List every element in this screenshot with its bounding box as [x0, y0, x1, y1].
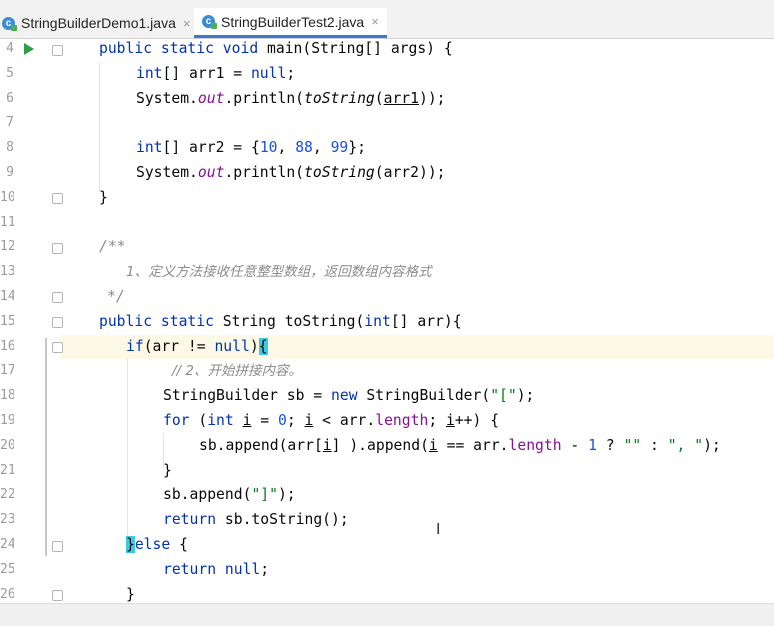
code-text: public static String toString(int[] arr)… [99, 312, 462, 330]
doc-comment: */ [107, 288, 125, 305]
line-number: 25 [0, 561, 14, 577]
editor-tab-bar: c StringBuilderDemo1.java × c StringBuil… [0, 0, 774, 39]
code-text: } [163, 461, 172, 479]
code-text: }else { [126, 536, 188, 553]
code-text: sb.append(arr[i] ).append(i == arr.lengt… [199, 436, 721, 454]
code-line: 11 [0, 211, 774, 236]
line-number: 4 [6, 41, 14, 56]
code-line-current: 16 if(arr != null){ [0, 335, 774, 360]
java-class-icon: c [202, 15, 217, 29]
code-text: sb.append("]"); [163, 486, 296, 504]
code-line: 25 return null; [0, 558, 774, 583]
code-text: int[] arr1 = null; [136, 64, 296, 82]
code-line: 6 System.out.println(toString(arr1)); [0, 87, 774, 112]
line-number: 8 [6, 140, 14, 156]
code-text: if(arr != null){ [126, 337, 268, 355]
code-line: 9 System.out.println(toString(arr2)); [0, 161, 774, 186]
code-line: 4 public static void main(String[] args)… [0, 37, 774, 62]
code-line: 21 } [0, 459, 774, 484]
line-number: 11 [0, 214, 14, 230]
code-line: 19 for (int i = 0; i < arr.length; i++) … [0, 409, 774, 434]
line-number: 17 [0, 363, 14, 379]
code-line: 7 [0, 111, 774, 136]
line-number: 13 [0, 264, 14, 280]
matched-brace: } [126, 536, 135, 553]
code-line: 14 */ [0, 285, 774, 310]
code-line: 13 1、定义方法接收任意整型数组，返回数组内容格式 [0, 260, 774, 285]
status-bar [0, 603, 774, 626]
code-text: System.out.println(toString(arr2)); [136, 164, 446, 181]
line-number: 24 [0, 537, 14, 552]
line-number: 22 [0, 487, 14, 503]
code-line: 20 sb.append(arr[i] ).append(i == arr.le… [0, 434, 774, 459]
line-number: 19 [0, 413, 14, 428]
line-number: 16 [0, 338, 14, 354]
line-comment: // 2、开始拼接内容。 [172, 363, 302, 380]
line-number: 9 [6, 165, 14, 180]
doc-comment: /** [99, 238, 126, 256]
line-number: 15 [0, 313, 14, 329]
doc-comment: 1、定义方法接收任意整型数组，返回数组内容格式 [126, 264, 432, 281]
code-text: public static void main(String[] args) { [99, 40, 453, 57]
code-line: 18 StringBuilder sb = new StringBuilder(… [0, 384, 774, 409]
line-number: 18 [0, 388, 14, 404]
tab-label: StringBuilderTest2.java [221, 13, 365, 30]
code-text: } [99, 188, 108, 206]
code-line: 10 } [0, 186, 774, 211]
tab-stringbuilderdemo1[interactable]: c StringBuilderDemo1.java × [2, 8, 190, 38]
tab-stringbuildertest2[interactable]: c StringBuilderTest2.java × [194, 8, 387, 38]
close-icon[interactable]: × [371, 14, 379, 29]
code-text: return sb.toString(); [163, 511, 349, 529]
line-number: 21 [0, 462, 14, 478]
code-line: 5 int[] arr1 = null; [0, 62, 774, 87]
code-line: 15 public static String toString(int[] a… [0, 310, 774, 335]
code-line: 24 }else { [0, 533, 774, 558]
close-icon[interactable]: × [183, 16, 191, 31]
line-number: 6 [6, 90, 14, 106]
matched-brace: { [258, 337, 268, 355]
line-number: 7 [6, 115, 14, 131]
line-number: 12 [0, 239, 14, 255]
line-number: 23 [0, 512, 14, 528]
code-line: 23 return sb.toString(); [0, 508, 774, 533]
code-text: for (int i = 0; i < arr.length; i++) { [163, 412, 500, 429]
code-line: 17 // 2、开始拼接内容。 [0, 359, 774, 384]
text-cursor-icon: I [436, 520, 441, 538]
code-line: 8 int[] arr2 = {10, 88, 99}; [0, 136, 774, 161]
code-text: System.out.println(toString(arr1)); [136, 89, 446, 107]
code-line: 12 /** [0, 235, 774, 260]
line-number: 10 [0, 189, 14, 205]
code-text: return null; [163, 560, 270, 578]
line-number: 5 [6, 65, 14, 81]
line-number: 14 [0, 289, 14, 304]
code-text: StringBuilder sb = new StringBuilder("["… [163, 387, 535, 405]
java-class-icon: c [2, 16, 17, 31]
code-line: 22 sb.append("]"); [0, 483, 774, 508]
tab-label: StringBuilderDemo1.java [21, 15, 176, 31]
line-number: 20 [0, 437, 14, 453]
code-text: int[] arr2 = {10, 88, 99}; [136, 139, 366, 157]
